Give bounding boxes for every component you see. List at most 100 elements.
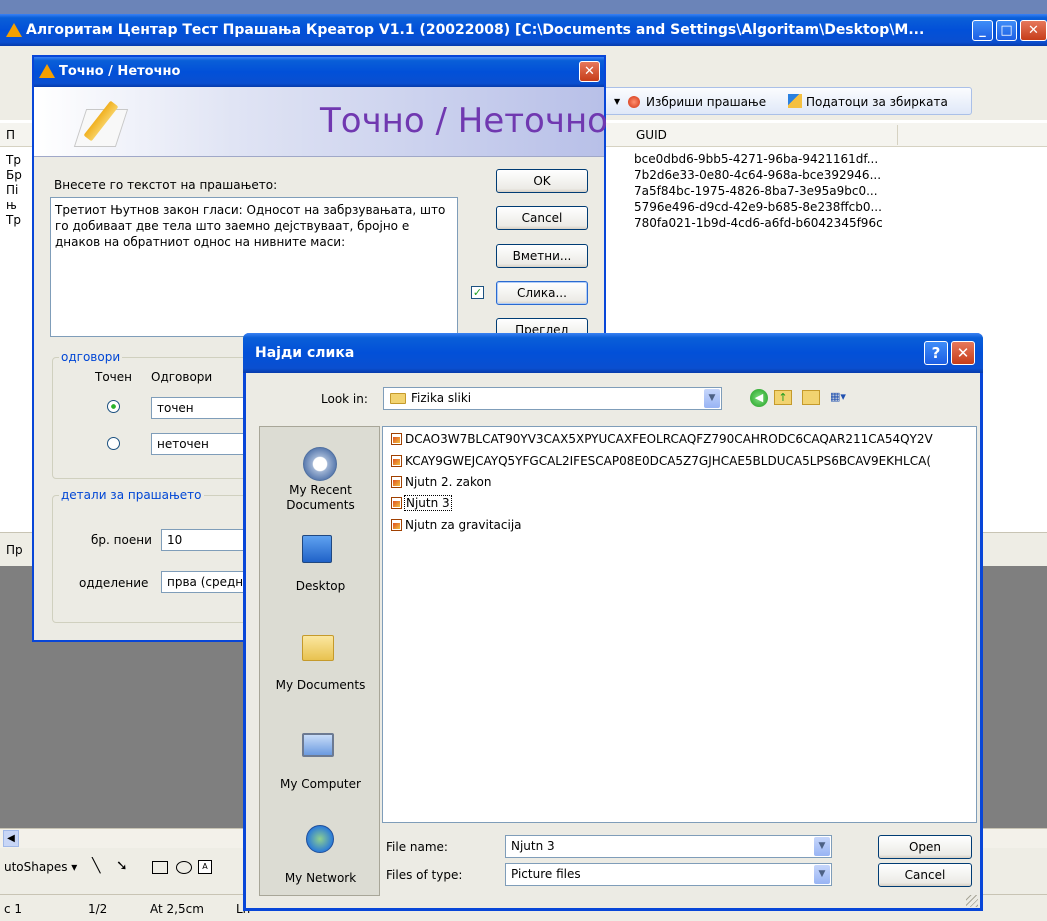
grid-cell-left[interactable]: Тр	[6, 213, 21, 227]
file-name: DCAO3W7BLCAT90YV3CAX5XPYUCAXFEOLRCAQFZ79…	[405, 431, 933, 446]
file-item[interactable]: Njutn 2. zakon	[391, 473, 491, 490]
points-label: бр. поени	[91, 533, 152, 547]
guid-cell[interactable]: 7a5f84bc-1975-4826-8ba7-3e95a9bc0...	[634, 184, 878, 198]
main-window-title: Алгоритам Центар Тест Прашања Креатор V1…	[26, 22, 925, 38]
line-tool-icon[interactable]: ╲	[92, 858, 100, 874]
file-list: DCAO3W7BLCAT90YV3CAX5XPYUCAXFEOLRCAQFZ79…	[382, 426, 977, 823]
scroll-left-icon[interactable]: ◀	[3, 830, 19, 847]
grid-col-left[interactable]: П	[6, 128, 15, 142]
autoshapes-menu[interactable]: utoShapes ▾	[4, 860, 77, 874]
guid-cell[interactable]: 780fa021-1b9d-4cd6-a6fd-b6042345f96c	[634, 216, 883, 230]
file-name-input[interactable]: Njutn 3 ▼	[505, 835, 832, 858]
file-name: Njutn za gravitacija	[405, 517, 522, 532]
oval-tool-icon[interactable]	[176, 861, 192, 874]
file-name: KCAY9GWEJCAYQ5YFGCAL2IFESCAP08E0DCA5Z7GJ…	[405, 453, 932, 468]
image-file-icon	[391, 432, 402, 445]
textbox-tool-icon[interactable]: A	[198, 860, 212, 874]
file-name: Njutn 2. zakon	[405, 474, 492, 489]
chevron-down-icon[interactable]: ▼	[814, 837, 830, 856]
guid-col-divider	[897, 125, 898, 145]
cancel-button[interactable]: Cancel	[496, 206, 588, 230]
rectangle-tool-icon[interactable]	[152, 861, 168, 874]
open-picture-dialog: Најди слика ? ✕ Look in: Fizika sliki ▼ …	[243, 333, 983, 911]
top-strip	[0, 0, 1047, 14]
resize-grip-icon[interactable]	[966, 895, 978, 907]
my-network-icon	[306, 825, 334, 853]
grid-col-guid[interactable]: GUID	[636, 128, 667, 142]
close-icon[interactable]: ✕	[1020, 20, 1047, 41]
notepad-pencil-icon	[73, 95, 134, 151]
grid-cell-left[interactable]: Пі	[6, 183, 18, 197]
file-name: Njutn 3	[404, 494, 452, 511]
place-desktop[interactable]: Desktop	[260, 579, 381, 594]
up-folder-icon[interactable]: ↑	[774, 390, 792, 405]
answers-group-label: одговори	[59, 350, 123, 364]
my-documents-icon	[302, 635, 334, 661]
details-group-label: детали за прашањето	[59, 488, 204, 502]
view-menu-icon[interactable]: ▦▾	[830, 390, 856, 406]
file-item-selected[interactable]: Njutn 3	[391, 494, 452, 511]
ok-button[interactable]: OK	[496, 169, 588, 193]
place-my-network[interactable]: My Network	[260, 871, 381, 886]
place-my-computer[interactable]: My Computer	[260, 777, 381, 792]
open-dialog-close-icon[interactable]: ✕	[951, 341, 975, 365]
back-icon[interactable]: ◀	[750, 389, 768, 407]
picture-button[interactable]: Слика...	[496, 281, 588, 305]
place-recent-documents[interactable]: My Recent Documents	[260, 483, 381, 513]
my-computer-icon	[302, 733, 334, 757]
arrow-tool-icon[interactable]: ➘	[116, 858, 128, 874]
maximize-icon[interactable]: □	[996, 20, 1017, 41]
delete-question-button[interactable]: Избриши прашање	[646, 95, 766, 109]
file-cancel-button[interactable]: Cancel	[878, 863, 972, 887]
open-dialog-title: Најди слика	[255, 345, 355, 361]
status-position: At 2,5cm	[150, 902, 204, 916]
tf-logo-icon	[39, 64, 55, 78]
look-in-value: Fizika sliki	[411, 391, 472, 405]
open-button[interactable]: Open	[878, 835, 972, 859]
chevron-down-icon[interactable]: ▼	[814, 865, 830, 884]
tf-banner: Точно / Неточно	[34, 87, 608, 157]
file-name-label: File name:	[386, 840, 448, 854]
main-title-bar[interactable]: Алгоритам Центар Тест Прашања Креатор V1…	[0, 14, 1047, 46]
status-section: c 1	[4, 902, 23, 916]
file-name-value: Njutn 3	[511, 839, 555, 853]
grid-cell-left[interactable]: Тр	[6, 153, 21, 167]
chevron-down-icon[interactable]: ▼	[704, 389, 720, 408]
tf-title: Точно / Неточно	[59, 64, 181, 79]
tf-title-bar[interactable]: Точно / Неточно ✕	[34, 57, 604, 87]
dropdown-arrow-icon[interactable]: ▼	[614, 97, 620, 106]
grid-cell-left[interactable]: њ	[6, 198, 17, 212]
recent-documents-icon	[303, 447, 337, 481]
places-bar: My Recent Documents Desktop My Documents…	[259, 426, 380, 896]
delete-question-icon	[628, 96, 640, 108]
desktop-icon	[302, 535, 332, 563]
guid-cell[interactable]: 7b2d6e33-0e80-4c64-968a-bce392946...	[634, 168, 881, 182]
tf-close-icon[interactable]: ✕	[579, 61, 600, 82]
folder-icon	[390, 393, 406, 404]
tf-banner-title: Точно / Неточно	[320, 101, 608, 141]
guid-cell[interactable]: 5796e496-d9cd-42e9-b685-8e238ffcb0...	[634, 200, 882, 214]
answer-radio[interactable]	[107, 437, 120, 450]
question-textarea[interactable]: Третиот Њутнов закон гласи: Односот на з…	[50, 197, 458, 337]
image-file-icon	[391, 518, 402, 531]
help-icon[interactable]: ?	[924, 341, 948, 365]
place-my-documents[interactable]: My Documents	[260, 678, 381, 693]
minimize-icon[interactable]: _	[972, 20, 993, 41]
file-type-select[interactable]: Picture files ▼	[505, 863, 832, 886]
new-folder-icon[interactable]	[802, 390, 820, 405]
file-item[interactable]: Njutn za gravitacija	[391, 516, 522, 533]
open-dialog-title-bar[interactable]: Најди слика ? ✕	[243, 333, 983, 373]
answer-radio-selected[interactable]	[107, 400, 120, 413]
file-item[interactable]: DCAO3W7BLCAT90YV3CAX5XPYUCAXFEOLRCAQFZ79…	[391, 430, 933, 447]
insert-button[interactable]: Вметни...	[496, 244, 588, 268]
file-item[interactable]: KCAY9GWEJCAYQ5YFGCAL2IFESCAP08E0DCA5Z7GJ…	[391, 452, 931, 469]
app-logo-icon	[6, 23, 22, 37]
collection-data-button[interactable]: Податоци за збирката	[806, 95, 948, 109]
col-answers-header: Одговори	[151, 370, 213, 384]
grid-cell-left[interactable]: Бр	[6, 168, 22, 182]
look-in-select[interactable]: Fizika sliki ▼	[383, 387, 722, 410]
look-in-label: Look in:	[321, 392, 368, 406]
picture-checkbox[interactable]: ✓	[471, 286, 484, 299]
lower-tab[interactable]: Пр	[6, 543, 23, 557]
guid-cell[interactable]: bce0dbd6-9bb5-4271-96ba-9421161df...	[634, 152, 878, 166]
